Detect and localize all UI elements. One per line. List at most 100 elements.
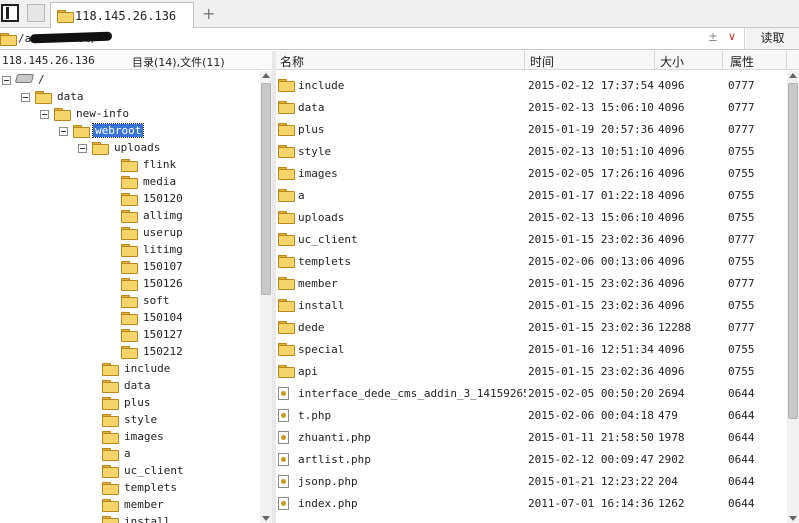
scrollbar-thumb[interactable] (261, 83, 271, 295)
column-divider[interactable] (654, 51, 655, 70)
tree-node[interactable]: new-info (40, 106, 258, 123)
tree-node[interactable]: uc_client (102, 463, 258, 480)
scroll-down-icon[interactable] (789, 516, 797, 521)
tree-node[interactable]: 150126 (121, 276, 258, 293)
tree-node[interactable]: userup (121, 225, 258, 242)
tree-node[interactable]: media (121, 174, 258, 191)
tree-node-label: data (57, 90, 84, 103)
cell-attr: 0644 (728, 431, 755, 444)
cell-name: uploads (298, 211, 345, 224)
folder-icon (102, 397, 119, 410)
file-row[interactable]: interface_dede_cms_addin_3_14159265... 20… (276, 382, 786, 404)
file-row[interactable]: member 2015-01-15 23:02:36 4096 0777 (276, 272, 786, 294)
column-divider[interactable] (524, 51, 525, 70)
folder-icon (102, 448, 119, 461)
file-row[interactable]: dede 2015-01-15 23:02:36 12288 0777 (276, 316, 786, 338)
tree-node-label: userup (143, 226, 183, 239)
tab-server[interactable]: 118.145.26.136 (50, 2, 194, 28)
column-attr[interactable]: 属性 (730, 53, 754, 70)
tree-node[interactable]: allimg (121, 208, 258, 225)
folder-icon (121, 329, 138, 342)
column-time[interactable]: 时间 (530, 53, 554, 70)
folder-icon (278, 79, 295, 92)
file-row[interactable]: install 2015-01-15 23:02:36 4096 0755 (276, 294, 786, 316)
cell-name: t.php (298, 409, 332, 422)
collapse-toggle-icon[interactable] (21, 93, 30, 102)
tree-node[interactable]: 150212 (121, 344, 258, 361)
tree-node[interactable]: member (102, 497, 258, 514)
column-divider[interactable] (722, 51, 723, 70)
folder-icon (121, 346, 138, 359)
tree-node[interactable]: templets (102, 480, 258, 497)
file-row[interactable]: artlist.php 2015-02-12 00:09:47 2902 0644 (276, 448, 786, 470)
tree-node[interactable]: flink (121, 157, 258, 174)
read-button[interactable]: 读取 (746, 28, 799, 49)
tree-node[interactable]: 150107 (121, 259, 258, 276)
tree-node[interactable]: litimg (121, 242, 258, 259)
file-row[interactable]: api 2015-01-15 23:02:36 4096 0755 (276, 360, 786, 382)
tree-node[interactable]: include (102, 361, 258, 378)
cell-time: 2015-01-15 23:02:36 (528, 321, 654, 334)
file-row[interactable]: special 2015-01-16 12:51:34 4096 0755 (276, 338, 786, 360)
file-row[interactable]: t.php 2015-02-06 00:04:18 479 0644 (276, 404, 786, 426)
file-row[interactable]: include 2015-02-12 17:37:54 4096 0777 (276, 74, 786, 96)
panel-toggle-icon[interactable] (1, 4, 19, 22)
list-scrollbar[interactable] (787, 71, 799, 523)
file-row[interactable]: style 2015-02-13 10:51:10 4096 0755 (276, 140, 786, 162)
file-row[interactable]: index.php 2011-07-01 16:14:36 1262 0644 (276, 492, 786, 514)
column-divider[interactable] (786, 51, 787, 70)
column-name[interactable]: 名称 (280, 53, 304, 70)
file-row[interactable]: uploads 2015-02-13 15:06:10 4096 0755 (276, 206, 786, 228)
tree-node-label: uploads (114, 141, 161, 154)
tree-node-label: 150104 (143, 311, 183, 324)
chevron-down-icon[interactable]: ∨ (728, 30, 736, 43)
tree-node-label: install (124, 515, 171, 523)
tree-node[interactable]: / (2, 72, 258, 89)
scrollbar-thumb[interactable] (788, 83, 798, 419)
tree-node-label: a (124, 447, 131, 460)
folder-icon (278, 145, 295, 158)
tree-node-label: 150107 (143, 260, 183, 273)
tree-node-label: plus (124, 396, 151, 409)
tree-node[interactable]: soft (121, 293, 258, 310)
cell-attr: 0644 (728, 409, 755, 422)
tree-node[interactable]: a (102, 446, 258, 463)
file-row[interactable]: templets 2015-02-06 00:13:06 4096 0755 (276, 250, 786, 272)
collapse-toggle-icon[interactable] (2, 76, 11, 85)
scroll-down-icon[interactable] (262, 516, 270, 521)
file-row[interactable]: uc_client 2015-01-15 23:02:36 4096 0777 (276, 228, 786, 250)
file-row[interactable]: zhuanti.php 2015-01-11 21:58:50 1978 0644 (276, 426, 786, 448)
tree-node[interactable]: install (102, 514, 258, 523)
bookmark-toggle-icon[interactable]: ± (708, 30, 718, 44)
path-input[interactable]: /a /webroot/ ± ∨ (0, 28, 745, 49)
cell-attr: 0755 (728, 343, 755, 356)
tree-node[interactable]: images (102, 429, 258, 446)
tree-node[interactable]: webroot (59, 123, 258, 140)
add-tab-button[interactable]: + (202, 4, 215, 23)
tree-node[interactable]: uploads (78, 140, 258, 157)
file-row[interactable]: data 2015-02-13 15:06:10 4096 0777 (276, 96, 786, 118)
file-row[interactable]: jsonp.php 2015-01-21 12:23:22 204 0644 (276, 470, 786, 492)
tree-node-label: 150212 (143, 345, 183, 358)
tree-node[interactable]: 150120 (121, 191, 258, 208)
collapse-toggle-icon[interactable] (59, 127, 68, 136)
column-size[interactable]: 大小 (660, 53, 684, 70)
scroll-up-icon[interactable] (789, 73, 797, 78)
folder-icon (121, 261, 138, 274)
scroll-up-icon[interactable] (262, 73, 270, 78)
blank-tab-icon[interactable] (27, 4, 45, 22)
file-row[interactable]: plus 2015-01-19 20:57:36 4096 0777 (276, 118, 786, 140)
collapse-toggle-icon[interactable] (78, 144, 87, 153)
folder-icon (278, 343, 295, 356)
collapse-toggle-icon[interactable] (40, 110, 49, 119)
tree-scrollbar[interactable] (260, 71, 272, 523)
tree-node[interactable]: plus (102, 395, 258, 412)
cell-name: data (298, 101, 325, 114)
tree-node[interactable]: data (21, 89, 258, 106)
tree-node[interactable]: data (102, 378, 258, 395)
tree-node[interactable]: style (102, 412, 258, 429)
tree-node[interactable]: 150104 (121, 310, 258, 327)
tree-node[interactable]: 150127 (121, 327, 258, 344)
file-row[interactable]: images 2015-02-05 17:26:16 4096 0755 (276, 162, 786, 184)
file-row[interactable]: a 2015-01-17 01:22:18 4096 0755 (276, 184, 786, 206)
